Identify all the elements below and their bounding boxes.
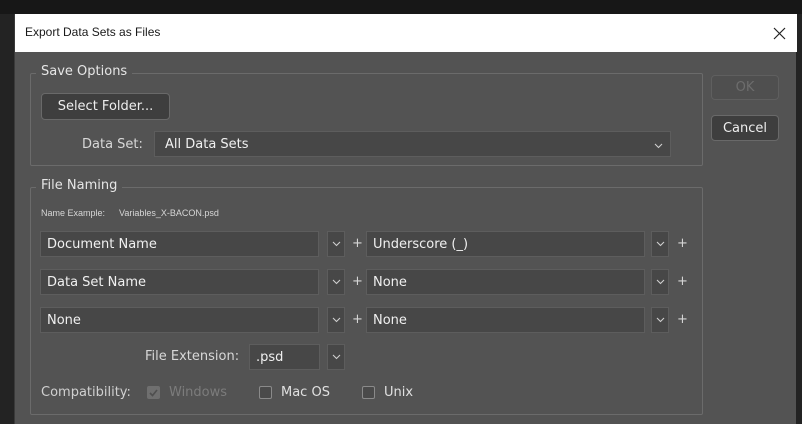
- naming-row-3-left-select[interactable]: None: [40, 307, 319, 333]
- plus-sign: +: [677, 274, 688, 289]
- naming-row-2-left-dropdown[interactable]: [327, 269, 345, 295]
- data-set-label: Data Set:: [82, 137, 143, 152]
- save-options-legend: Save Options: [36, 64, 133, 79]
- naming-row-1-right-dropdown[interactable]: [651, 231, 669, 257]
- chevron-down-icon: [332, 317, 340, 323]
- plus-sign: +: [352, 312, 363, 327]
- data-set-value: All Data Sets: [165, 136, 249, 152]
- close-button[interactable]: [765, 19, 793, 47]
- windows-checkbox[interactable]: [147, 386, 160, 399]
- compatibility-label: Compatibility:: [41, 385, 131, 400]
- naming-row-2-left-value: Data Set Name: [47, 274, 147, 290]
- plus-sign: +: [352, 236, 363, 251]
- chevron-down-icon: [656, 317, 664, 323]
- file-extension-value: .psd: [256, 349, 284, 365]
- chevron-down-icon: [332, 279, 340, 285]
- naming-row-1-right-value: Underscore (_): [373, 236, 469, 252]
- file-naming-legend: File Naming: [36, 178, 123, 193]
- chevron-down-icon: [332, 354, 340, 360]
- naming-row-1-left-dropdown[interactable]: [327, 231, 345, 257]
- naming-row-3-right-dropdown[interactable]: [651, 307, 669, 333]
- chevron-down-icon: [654, 143, 663, 149]
- naming-row-1-left-select[interactable]: Document Name: [40, 231, 319, 257]
- naming-row-3-left-value: None: [47, 312, 81, 328]
- dialog-title: Export Data Sets as Files: [25, 25, 161, 39]
- file-extension-dropdown[interactable]: [327, 344, 345, 370]
- mac-os-checkbox[interactable]: [259, 386, 272, 399]
- naming-row-1-right-select[interactable]: Underscore (_): [366, 231, 645, 257]
- naming-row-2-left-select[interactable]: Data Set Name: [40, 269, 319, 295]
- background-strip-left: [0, 14, 14, 424]
- unix-checkbox[interactable]: [362, 386, 375, 399]
- ok-button[interactable]: OK: [711, 75, 779, 100]
- title-bar: Export Data Sets as Files: [15, 14, 797, 52]
- naming-row-3-right-select[interactable]: None: [366, 307, 645, 333]
- plus-sign: +: [352, 274, 363, 289]
- naming-row-2-right-dropdown[interactable]: [651, 269, 669, 295]
- naming-row-3-right-value: None: [373, 312, 407, 328]
- mac-os-checkbox-label: Mac OS: [281, 385, 330, 400]
- file-extension-select[interactable]: .psd: [249, 344, 320, 370]
- name-example-value: Variables_X-BACON.psd: [119, 208, 219, 218]
- naming-row-2-right-value: None: [373, 274, 407, 290]
- check-icon: [149, 388, 158, 397]
- data-set-select[interactable]: All Data Sets: [154, 131, 671, 157]
- cancel-button[interactable]: Cancel: [711, 115, 779, 141]
- plus-sign: +: [677, 312, 688, 327]
- name-example-label: Name Example:: [41, 208, 106, 218]
- background-strip-right: [796, 14, 802, 424]
- file-extension-label: File Extension:: [145, 349, 240, 364]
- windows-checkbox-label: Windows: [169, 385, 228, 400]
- naming-row-3-left-dropdown[interactable]: [327, 307, 345, 333]
- chevron-down-icon: [656, 241, 664, 247]
- chevron-down-icon: [332, 241, 340, 247]
- select-folder-button[interactable]: Select Folder...: [41, 93, 170, 120]
- naming-row-1-left-value: Document Name: [47, 236, 157, 252]
- unix-checkbox-label: Unix: [384, 385, 414, 400]
- background-strip-top: [0, 0, 802, 14]
- chevron-down-icon: [656, 279, 664, 285]
- file-naming-group: File Naming Name Example: Variables_X-BA…: [30, 178, 703, 415]
- save-options-group: Save Options Select Folder... Data Set: …: [30, 64, 703, 166]
- naming-row-2-right-select[interactable]: None: [366, 269, 645, 295]
- export-data-sets-dialog: Export Data Sets as Files Save Options S…: [14, 14, 797, 424]
- close-icon: [773, 27, 785, 39]
- plus-sign: +: [677, 236, 688, 251]
